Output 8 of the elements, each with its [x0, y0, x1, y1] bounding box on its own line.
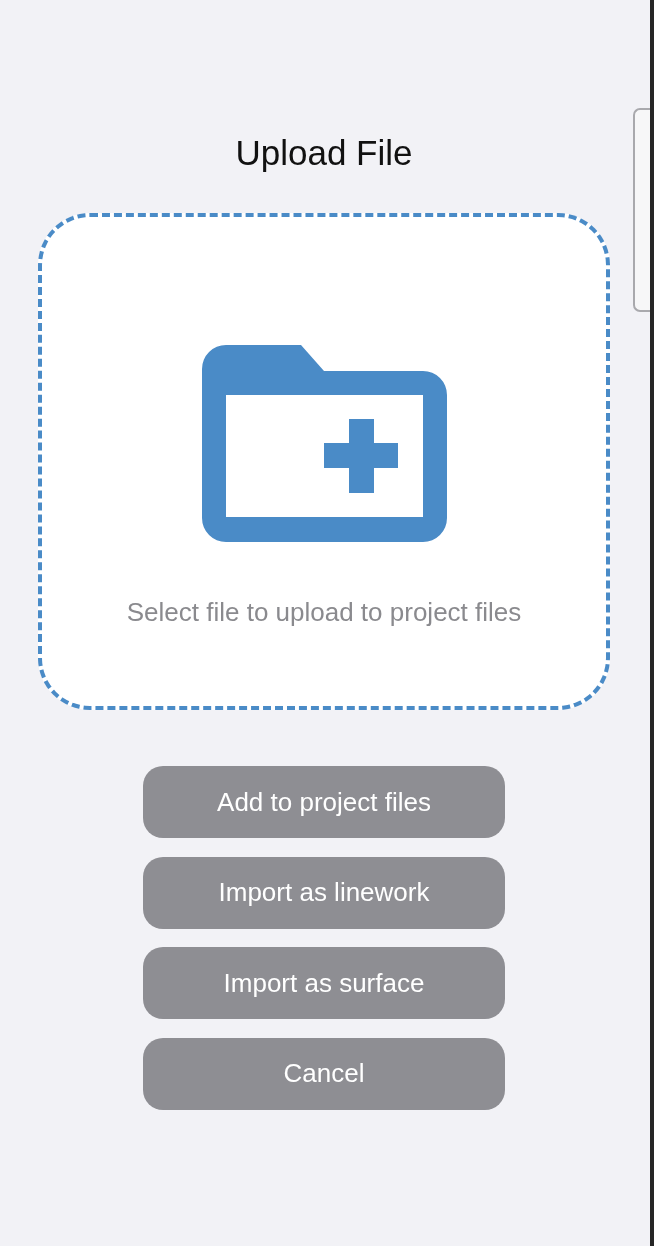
action-button[interactable]: Import as linework — [143, 856, 505, 929]
dialog-title: Upload File — [235, 133, 413, 173]
action-button[interactable]: Add to project files — [143, 766, 505, 838]
file-drop-zone[interactable]: Select file to upload to project files — [38, 213, 610, 710]
drop-zone-hint: Select file to upload to project files — [126, 597, 522, 627]
action-button[interactable]: Import as surface — [143, 947, 505, 1019]
folder-plus-icon — [201, 345, 447, 542]
action-button[interactable]: Cancel — [143, 1037, 505, 1110]
